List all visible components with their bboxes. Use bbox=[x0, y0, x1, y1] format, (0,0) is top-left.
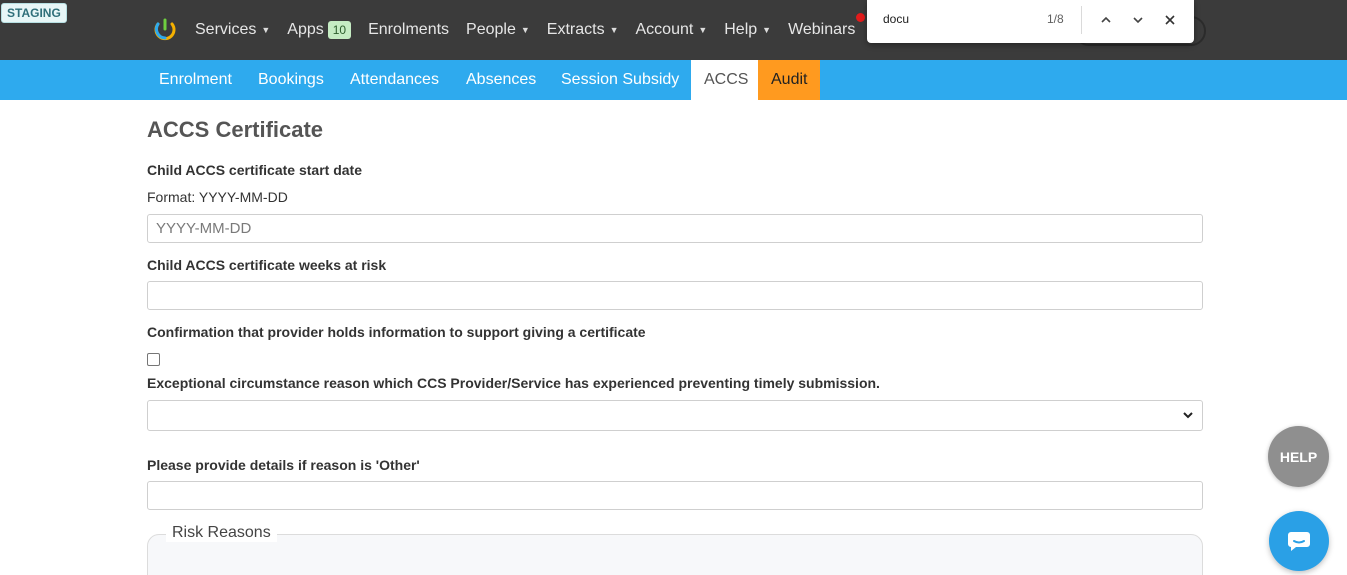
find-close-button[interactable] bbox=[1160, 10, 1180, 30]
menu-enrolments[interactable]: Enrolments bbox=[368, 21, 449, 39]
menu-help-label: Help bbox=[724, 21, 758, 38]
apps-count-badge: 10 bbox=[327, 21, 352, 39]
menu-extracts-label: Extracts bbox=[546, 21, 605, 38]
menu-account-label: Account bbox=[635, 21, 694, 38]
risk-reasons-legend: Risk Reasons bbox=[166, 524, 277, 542]
sub-navbar: Enrolment Bookings Attendances Absences … bbox=[0, 60, 1347, 100]
caret-down-icon: ▼ bbox=[698, 25, 708, 35]
tab-accs[interactable]: ACCS bbox=[691, 60, 762, 100]
tab-absences[interactable]: Absences bbox=[453, 60, 549, 100]
menu-people[interactable]: People ▼ bbox=[466, 21, 530, 39]
menu-help[interactable]: Help ▼ bbox=[724, 21, 771, 39]
chevron-down-icon bbox=[1183, 412, 1193, 419]
caret-down-icon: ▼ bbox=[609, 25, 619, 35]
weeks-at-risk-label: Child ACCS certificate weeks at risk bbox=[147, 257, 387, 273]
other-details-label: Please provide details if reason is 'Oth… bbox=[147, 457, 420, 473]
chat-button[interactable] bbox=[1269, 511, 1329, 571]
risk-reasons-fieldset bbox=[147, 534, 1203, 575]
menu-extracts[interactable]: Extracts ▼ bbox=[547, 21, 619, 39]
tab-session-subsidy[interactable]: Session Subsidy bbox=[548, 60, 692, 100]
find-match-count: 1/8 bbox=[1047, 12, 1064, 26]
caret-down-icon: ▼ bbox=[261, 25, 271, 35]
menu-apps-label: Apps bbox=[287, 21, 324, 38]
chevron-up-icon bbox=[1101, 16, 1111, 23]
other-details-input[interactable] bbox=[147, 481, 1203, 510]
caret-down-icon: ▼ bbox=[520, 25, 530, 35]
menu-services-label: Services bbox=[195, 21, 257, 38]
menu-account[interactable]: Account ▼ bbox=[636, 21, 708, 39]
menu-apps[interactable]: Apps 10 bbox=[287, 21, 352, 39]
menu-enrolments-label: Enrolments bbox=[368, 21, 450, 38]
start-date-input[interactable] bbox=[147, 214, 1203, 243]
confirmation-checkbox[interactable] bbox=[147, 353, 160, 366]
tab-enrolment[interactable]: Enrolment bbox=[146, 60, 245, 100]
menu-webinars-label: Webinars bbox=[788, 21, 856, 38]
find-previous-button[interactable] bbox=[1096, 10, 1116, 30]
menu-webinars[interactable]: Webinars bbox=[788, 21, 855, 39]
tab-bookings[interactable]: Bookings bbox=[245, 60, 337, 100]
menu-people-label: People bbox=[466, 21, 516, 38]
find-divider bbox=[1081, 6, 1082, 34]
close-icon bbox=[1165, 15, 1175, 25]
tab-attendances[interactable]: Attendances bbox=[337, 60, 452, 100]
notification-dot-icon bbox=[856, 13, 865, 22]
start-date-label: Child ACCS certificate start date bbox=[147, 162, 362, 178]
caret-down-icon: ▼ bbox=[762, 25, 772, 35]
app-logo-icon[interactable] bbox=[153, 17, 177, 41]
find-bar: docu 1/8 bbox=[867, 0, 1194, 43]
chat-bubble-icon bbox=[1288, 532, 1310, 551]
exceptional-circumstance-label: Exceptional circumstance reason which CC… bbox=[147, 375, 880, 391]
find-input[interactable]: docu bbox=[883, 12, 909, 26]
main-menu: Services ▼ Apps 10 Enrolments People ▼ Extr… bbox=[195, 0, 872, 60]
exceptional-circumstance-select[interactable] bbox=[147, 400, 1203, 431]
weeks-at-risk-input[interactable] bbox=[147, 281, 1203, 310]
page-title: ACCS Certificate bbox=[147, 117, 324, 142]
staging-badge: STAGING bbox=[1, 3, 67, 23]
confirmation-label: Confirmation that provider holds informa… bbox=[147, 324, 646, 340]
menu-services[interactable]: Services ▼ bbox=[195, 21, 270, 39]
start-date-format-hint: Format: YYYY-MM-DD bbox=[147, 189, 288, 205]
find-next-button[interactable] bbox=[1128, 10, 1148, 30]
chevron-down-icon bbox=[1133, 17, 1143, 24]
help-button[interactable]: HELP bbox=[1268, 426, 1329, 487]
tab-audit[interactable]: Audit bbox=[758, 60, 821, 100]
